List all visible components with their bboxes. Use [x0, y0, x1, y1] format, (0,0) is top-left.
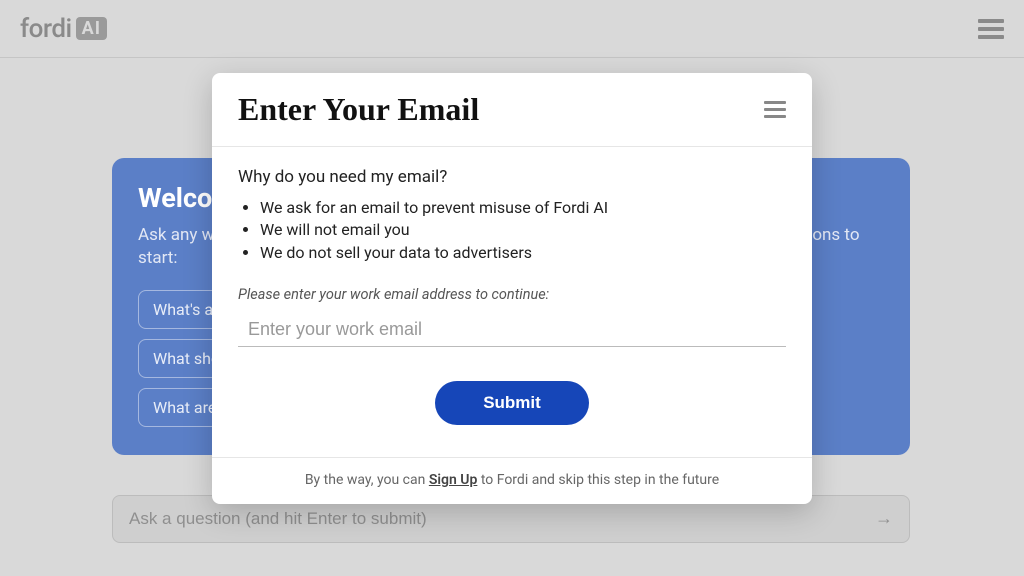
- modal-body: Why do you need my email? We ask for an …: [212, 147, 812, 457]
- modal-menu-icon[interactable]: [764, 101, 786, 118]
- modal-overlay: Enter Your Email Why do you need my emai…: [0, 0, 1024, 576]
- instruction-text: Please enter your work email address to …: [238, 286, 786, 303]
- footer-prefix: By the way, you can: [305, 472, 429, 488]
- why-bullet: We ask for an email to prevent misuse of…: [260, 197, 786, 219]
- modal-title: Enter Your Email: [238, 91, 479, 128]
- why-list: We ask for an email to prevent misuse of…: [238, 197, 786, 264]
- email-input[interactable]: [238, 313, 786, 347]
- modal-header: Enter Your Email: [212, 73, 812, 147]
- email-modal: Enter Your Email Why do you need my emai…: [212, 73, 812, 504]
- why-heading: Why do you need my email?: [238, 167, 786, 187]
- why-bullet: We do not sell your data to advertisers: [260, 242, 786, 264]
- modal-footer: By the way, you can Sign Up to Fordi and…: [212, 457, 812, 504]
- signup-link[interactable]: Sign Up: [429, 472, 478, 488]
- why-bullet: We will not email you: [260, 219, 786, 241]
- footer-suffix: to Fordi and skip this step in the futur…: [477, 472, 719, 488]
- submit-button[interactable]: Submit: [435, 381, 589, 425]
